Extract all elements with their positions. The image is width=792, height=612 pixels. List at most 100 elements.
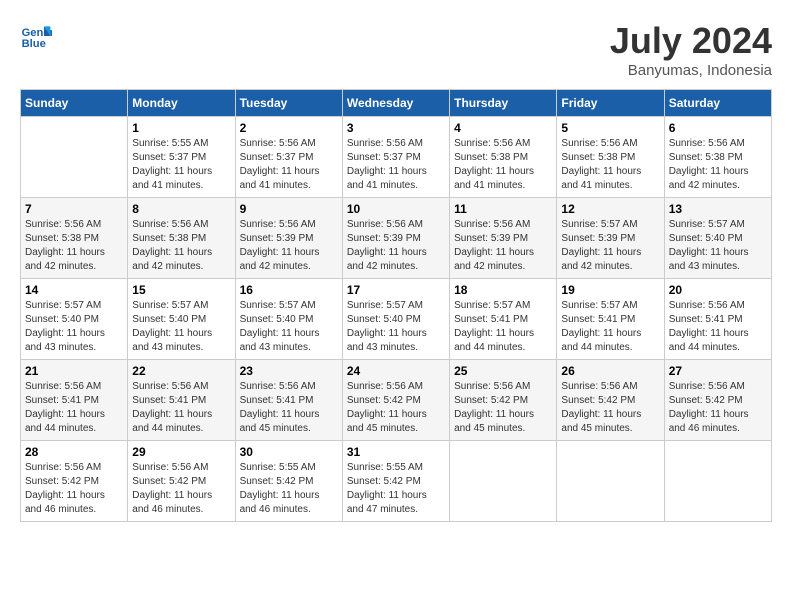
location: Banyumas, Indonesia xyxy=(610,62,772,79)
calendar-cell: 8Sunrise: 5:56 AM Sunset: 5:38 PM Daylig… xyxy=(128,198,235,279)
day-number: 30 xyxy=(240,445,338,459)
calendar-cell: 11 Sunrise: 5:56 AM Sunset: 5:39 PM Dayli… xyxy=(450,198,557,279)
day-info: Sunrise: 5:56 AM Sunset: 5:37 PM Dayligh… xyxy=(347,137,445,193)
calendar-cell: 2 Sunrise: 5:56 AM Sunset: 5:37 PM Daylig… xyxy=(235,117,342,198)
day-info: Sunrise: 5:55 AM Sunset: 5:37 PM Dayligh… xyxy=(132,137,230,193)
day-info: Sunrise: 5:56 AM Sunset: 5:37 PM Dayligh… xyxy=(240,137,338,193)
calendar-cell: 7 Sunrise: 5:56 AM Sunset: 5:38 PM Daylig… xyxy=(21,198,128,279)
day-number: 6 xyxy=(669,121,767,135)
day-number: 24 xyxy=(347,364,445,378)
day-info: Sunrise: 5:56 AM Sunset: 5:41 PM Dayligh… xyxy=(240,380,338,436)
calendar-cell: 27 Sunrise: 5:56 AM Sunset: 5:42 PM Dayli… xyxy=(664,360,771,441)
svg-text:Blue: Blue xyxy=(22,38,46,50)
calendar-cell: 18 Sunrise: 5:57 AM Sunset: 5:41 PM Dayli… xyxy=(450,279,557,360)
day-info: Sunrise: 5:56 AM Sunset: 5:38 PM Dayligh… xyxy=(454,137,552,193)
day-info: Sunrise: 5:56 AM Sunset: 5:39 PM Dayligh… xyxy=(347,218,445,274)
calendar-cell: 9 Sunrise: 5:56 AM Sunset: 5:39 PM Daylig… xyxy=(235,198,342,279)
calendar-cell xyxy=(557,441,664,522)
day-info: Sunrise: 5:56 AM Sunset: 5:42 PM Dayligh… xyxy=(454,380,552,436)
day-info: Sunrise: 5:56 AM Sunset: 5:38 PM Dayligh… xyxy=(669,137,767,193)
col-header-sunday: Sunday xyxy=(21,90,128,117)
col-header-thursday: Thursday xyxy=(450,90,557,117)
day-number: 22 xyxy=(132,364,230,378)
day-number: 21 xyxy=(25,364,123,378)
calendar-cell: 16 Sunrise: 5:57 AM Sunset: 5:40 PM Dayli… xyxy=(235,279,342,360)
day-info: Sunrise: 5:57 AM Sunset: 5:40 PM Dayligh… xyxy=(347,299,445,355)
day-info: Sunrise: 5:56 AM Sunset: 5:42 PM Dayligh… xyxy=(25,461,123,517)
calendar-cell: 17 Sunrise: 5:57 AM Sunset: 5:40 PM Dayli… xyxy=(342,279,449,360)
day-number: 25 xyxy=(454,364,552,378)
day-number: 14 xyxy=(25,283,123,297)
day-number: 18 xyxy=(454,283,552,297)
calendar-cell: 29 Sunrise: 5:56 AM Sunset: 5:42 PM Dayli… xyxy=(128,441,235,522)
calendar-cell: 23 Sunrise: 5:56 AM Sunset: 5:41 PM Dayli… xyxy=(235,360,342,441)
calendar-cell: 25 Sunrise: 5:56 AM Sunset: 5:42 PM Dayli… xyxy=(450,360,557,441)
day-info: Sunrise: 5:55 AM Sunset: 5:42 PM Dayligh… xyxy=(347,461,445,517)
calendar-cell: 14 Sunrise: 5:57 AM Sunset: 5:40 PM Dayli… xyxy=(21,279,128,360)
day-info: Sunrise: 5:57 AM Sunset: 5:40 PM Dayligh… xyxy=(25,299,123,355)
calendar-cell: 13Sunrise: 5:57 AM Sunset: 5:40 PM Dayli… xyxy=(664,198,771,279)
day-info: Sunrise: 5:57 AM Sunset: 5:41 PM Dayligh… xyxy=(454,299,552,355)
day-number: 13 xyxy=(669,202,767,216)
calendar-cell: 21 Sunrise: 5:56 AM Sunset: 5:41 PM Dayli… xyxy=(21,360,128,441)
calendar-table: SundayMondayTuesdayWednesdayThursdayFrid… xyxy=(20,89,772,522)
col-header-wednesday: Wednesday xyxy=(342,90,449,117)
day-number: 31 xyxy=(347,445,445,459)
day-number: 1 xyxy=(132,121,230,135)
col-header-saturday: Saturday xyxy=(664,90,771,117)
calendar-cell: 12 Sunrise: 5:57 AM Sunset: 5:39 PM Dayli… xyxy=(557,198,664,279)
calendar-cell: 26Sunrise: 5:56 AM Sunset: 5:42 PM Dayli… xyxy=(557,360,664,441)
day-info: Sunrise: 5:56 AM Sunset: 5:42 PM Dayligh… xyxy=(561,380,659,436)
day-number: 4 xyxy=(454,121,552,135)
day-number: 23 xyxy=(240,364,338,378)
day-number: 12 xyxy=(561,202,659,216)
day-info: Sunrise: 5:57 AM Sunset: 5:40 PM Dayligh… xyxy=(132,299,230,355)
day-number: 28 xyxy=(25,445,123,459)
day-number: 27 xyxy=(669,364,767,378)
day-info: Sunrise: 5:57 AM Sunset: 5:39 PM Dayligh… xyxy=(561,218,659,274)
month-title: July 2024 xyxy=(610,20,772,62)
day-number: 3 xyxy=(347,121,445,135)
calendar-cell: 24Sunrise: 5:56 AM Sunset: 5:42 PM Dayli… xyxy=(342,360,449,441)
calendar-cell xyxy=(450,441,557,522)
calendar-cell xyxy=(21,117,128,198)
day-number: 17 xyxy=(347,283,445,297)
col-header-monday: Monday xyxy=(128,90,235,117)
day-number: 9 xyxy=(240,202,338,216)
day-number: 15 xyxy=(132,283,230,297)
day-info: Sunrise: 5:57 AM Sunset: 5:41 PM Dayligh… xyxy=(561,299,659,355)
day-number: 19 xyxy=(561,283,659,297)
day-number: 20 xyxy=(669,283,767,297)
calendar-cell: 4 Sunrise: 5:56 AM Sunset: 5:38 PM Daylig… xyxy=(450,117,557,198)
day-info: Sunrise: 5:55 AM Sunset: 5:42 PM Dayligh… xyxy=(240,461,338,517)
logo: General Blue xyxy=(20,20,52,52)
day-info: Sunrise: 5:56 AM Sunset: 5:42 PM Dayligh… xyxy=(132,461,230,517)
day-number: 29 xyxy=(132,445,230,459)
calendar-cell: 22Sunrise: 5:56 AM Sunset: 5:41 PM Dayli… xyxy=(128,360,235,441)
day-number: 16 xyxy=(240,283,338,297)
day-info: Sunrise: 5:56 AM Sunset: 5:39 PM Dayligh… xyxy=(240,218,338,274)
calendar-cell xyxy=(664,441,771,522)
calendar-cell: 20Sunrise: 5:56 AM Sunset: 5:41 PM Dayli… xyxy=(664,279,771,360)
calendar-cell: 1 Sunrise: 5:55 AM Sunset: 5:37 PM Daylig… xyxy=(128,117,235,198)
calendar-cell: 30 Sunrise: 5:55 AM Sunset: 5:42 PM Dayli… xyxy=(235,441,342,522)
title-block: July 2024 Banyumas, Indonesia xyxy=(610,20,772,79)
calendar-cell: 15 Sunrise: 5:57 AM Sunset: 5:40 PM Dayli… xyxy=(128,279,235,360)
day-number: 2 xyxy=(240,121,338,135)
calendar-cell: 28 Sunrise: 5:56 AM Sunset: 5:42 PM Dayli… xyxy=(21,441,128,522)
calendar-cell: 5Sunrise: 5:56 AM Sunset: 5:38 PM Daylig… xyxy=(557,117,664,198)
calendar-cell: 31 Sunrise: 5:55 AM Sunset: 5:42 PM Dayli… xyxy=(342,441,449,522)
day-number: 11 xyxy=(454,202,552,216)
day-info: Sunrise: 5:56 AM Sunset: 5:42 PM Dayligh… xyxy=(669,380,767,436)
page-header: General Blue July 2024 Banyumas, Indones… xyxy=(20,20,772,79)
day-number: 10 xyxy=(347,202,445,216)
calendar-cell: 3 Sunrise: 5:56 AM Sunset: 5:37 PM Daylig… xyxy=(342,117,449,198)
day-info: Sunrise: 5:56 AM Sunset: 5:39 PM Dayligh… xyxy=(454,218,552,274)
calendar-cell: 19 Sunrise: 5:57 AM Sunset: 5:41 PM Dayli… xyxy=(557,279,664,360)
day-info: Sunrise: 5:56 AM Sunset: 5:38 PM Dayligh… xyxy=(25,218,123,274)
day-info: Sunrise: 5:57 AM Sunset: 5:40 PM Dayligh… xyxy=(240,299,338,355)
day-number: 7 xyxy=(25,202,123,216)
calendar-cell: 6 Sunrise: 5:56 AM Sunset: 5:38 PM Daylig… xyxy=(664,117,771,198)
day-info: Sunrise: 5:56 AM Sunset: 5:41 PM Dayligh… xyxy=(25,380,123,436)
logo-icon: General Blue xyxy=(20,20,52,52)
